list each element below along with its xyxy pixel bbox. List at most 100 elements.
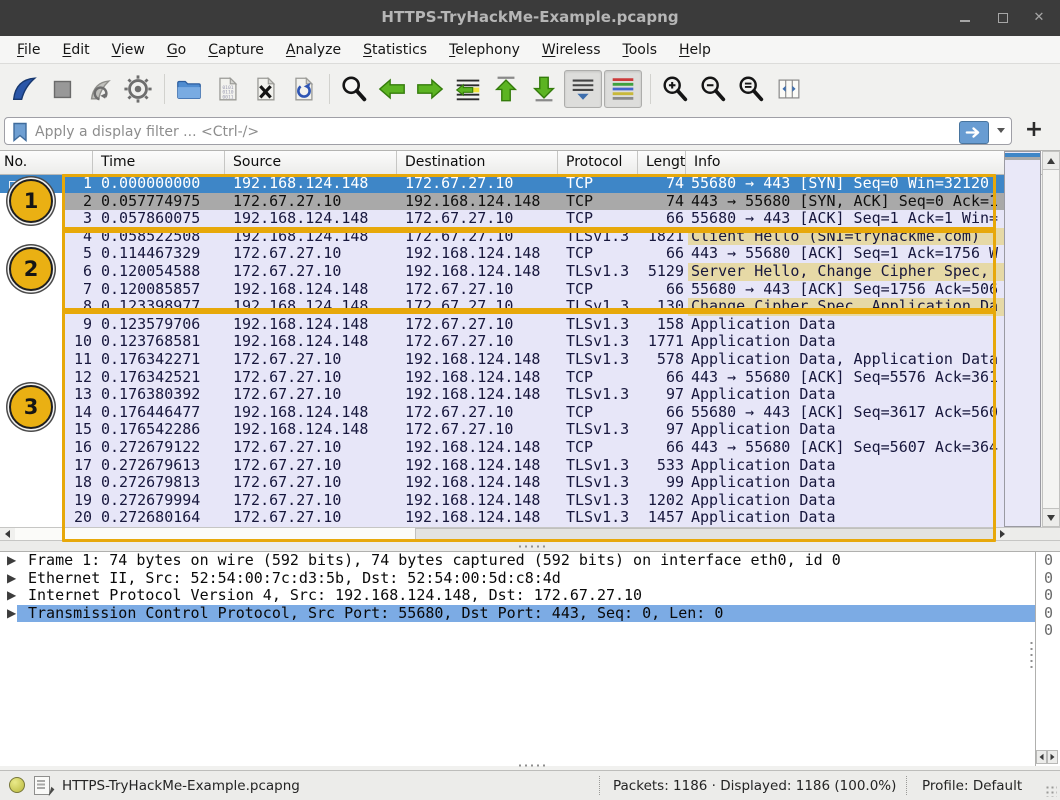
filter-dropdown-icon[interactable]: [997, 128, 1005, 133]
open-file-icon[interactable]: [171, 71, 207, 107]
maximize-button[interactable]: [994, 10, 1012, 26]
close-button[interactable]: ✕: [1030, 10, 1048, 26]
cell-dst: 192.168.124.148: [405, 245, 558, 263]
bookmark-icon[interactable]: [11, 122, 29, 142]
bytes-scroll-right-icon[interactable]: [1047, 750, 1058, 764]
cell-src: 192.168.124.148: [233, 210, 397, 228]
packet-list-horizontal-scrollbar[interactable]: [0, 527, 1060, 541]
packet-row-17[interactable]: 170.272679613172.67.27.10192.168.124.148…: [0, 457, 1004, 475]
packet-row-13[interactable]: 130.176380392172.67.27.10192.168.124.148…: [0, 386, 1004, 404]
hscroll-thumb[interactable]: [415, 528, 1005, 540]
start-capture-icon[interactable]: [6, 71, 42, 107]
packet-row-19[interactable]: 190.272679994172.67.27.10192.168.124.148…: [0, 492, 1004, 510]
zoom-out-icon[interactable]: [695, 71, 731, 107]
column-header-destination[interactable]: Destination: [397, 151, 558, 175]
packet-row-1[interactable]: 10.000000000192.168.124.148172.67.27.10T…: [0, 175, 1004, 193]
packet-row-5[interactable]: 50.114467329172.67.27.10192.168.124.148T…: [0, 245, 1004, 263]
bytes-scroll-left-icon[interactable]: [1036, 750, 1047, 764]
expand-arrow-icon[interactable]: ▶: [7, 605, 16, 623]
scroll-down-icon[interactable]: [1043, 508, 1059, 526]
bytes-splitter-handle[interactable]: [1030, 640, 1033, 670]
menu-item-telephony[interactable]: Telephony: [438, 39, 531, 61]
packet-row-12[interactable]: 120.176342521172.67.27.10192.168.124.148…: [0, 369, 1004, 387]
reload-file-icon[interactable]: [285, 71, 321, 107]
scroll-up-icon[interactable]: [1043, 152, 1059, 170]
packet-row-3[interactable]: 30.057860075192.168.124.148172.67.27.10T…: [0, 210, 1004, 228]
find-packet-icon[interactable]: [336, 71, 372, 107]
detail-row-1[interactable]: ▶Frame 1: 74 bytes on wire (592 bits), 7…: [0, 552, 1035, 570]
add-filter-button-icon[interactable]: +: [1022, 118, 1046, 144]
go-last-icon[interactable]: [526, 71, 562, 107]
display-filter-field[interactable]: [4, 117, 1012, 145]
menu-item-statistics[interactable]: Statistics: [352, 39, 438, 61]
apply-filter-button[interactable]: [959, 121, 989, 144]
expand-arrow-icon[interactable]: ▶: [7, 570, 16, 588]
toolbar-separator: [650, 74, 651, 104]
column-header-no[interactable]: No.: [0, 151, 93, 175]
column-header-time[interactable]: Time: [93, 151, 225, 175]
zoom-in-icon[interactable]: [657, 71, 693, 107]
menu-item-edit[interactable]: Edit: [51, 39, 100, 61]
packet-row-15[interactable]: 150.176542286192.168.124.148172.67.27.10…: [0, 421, 1004, 439]
packet-row-8[interactable]: 80.123398977192.168.124.148172.67.27.10T…: [0, 298, 1004, 316]
resize-columns-icon[interactable]: [771, 71, 807, 107]
restart-capture-icon[interactable]: [82, 71, 118, 107]
capture-options-icon[interactable]: [120, 71, 156, 107]
scroll-right-icon[interactable]: [994, 528, 1010, 540]
packet-row-6[interactable]: 60.120054588172.67.27.10192.168.124.148T…: [0, 263, 1004, 281]
cell-dst: 172.67.27.10: [405, 175, 558, 193]
menu-item-go[interactable]: Go: [156, 39, 197, 61]
go-forward-icon[interactable]: [412, 71, 448, 107]
profile-label[interactable]: Profile: Default: [922, 778, 1022, 794]
packet-row-20[interactable]: 200.272680164172.67.27.10192.168.124.148…: [0, 509, 1004, 527]
packet-row-18[interactable]: 180.272679813172.67.27.10192.168.124.148…: [0, 474, 1004, 492]
expand-arrow-icon[interactable]: ▶: [7, 587, 16, 605]
save-file-icon[interactable]: 010101100011: [209, 71, 245, 107]
menu-item-capture[interactable]: Capture: [197, 39, 275, 61]
packet-row-10[interactable]: 100.123768581192.168.124.148172.67.27.10…: [0, 333, 1004, 351]
menu-item-tools[interactable]: Tools: [612, 39, 669, 61]
detail-row-2[interactable]: ▶Ethernet II, Src: 52:54:00:7c:d3:5b, Ds…: [0, 570, 1035, 588]
menu-item-file[interactable]: File: [6, 39, 51, 61]
close-file-icon[interactable]: [247, 71, 283, 107]
packet-row-11[interactable]: 110.176342271172.67.27.10192.168.124.148…: [0, 351, 1004, 369]
cell-time: 0.272679122: [101, 439, 225, 457]
column-header-source[interactable]: Source: [225, 151, 397, 175]
packet-row-16[interactable]: 160.272679122172.67.27.10192.168.124.148…: [0, 439, 1004, 457]
pane-splitter[interactable]: [0, 541, 1060, 551]
cell-proto: TLSv1.3: [566, 228, 638, 246]
column-header-info[interactable]: Info: [686, 151, 1004, 175]
go-to-packet-icon[interactable]: [450, 71, 486, 107]
menu-item-wireless[interactable]: Wireless: [531, 39, 612, 61]
menu-item-analyze[interactable]: Analyze: [275, 39, 352, 61]
expert-info-icon[interactable]: [9, 777, 25, 793]
minimize-button[interactable]: [956, 10, 974, 26]
stop-capture-icon[interactable]: [44, 71, 80, 107]
menu-item-help[interactable]: Help: [668, 39, 722, 61]
go-first-icon[interactable]: [488, 71, 524, 107]
auto-scroll-icon[interactable]: [564, 70, 602, 108]
detail-row-4[interactable]: ▶Transmission Control Protocol, Src Port…: [0, 605, 1035, 623]
go-back-icon[interactable]: [374, 71, 410, 107]
display-filter-input[interactable]: [33, 119, 677, 145]
column-header-protocol[interactable]: Protocol: [558, 151, 638, 175]
packet-row-14[interactable]: 140.176446477192.168.124.148172.67.27.10…: [0, 404, 1004, 422]
hscroll-track[interactable]: [15, 528, 994, 540]
splitter-handle[interactable]: [517, 545, 547, 548]
detail-row-3[interactable]: ▶Internet Protocol Version 4, Src: 192.1…: [0, 587, 1035, 605]
bottom-splitter-handle[interactable]: [517, 764, 547, 767]
column-header-length[interactable]: Length: [638, 151, 686, 175]
menu-item-view[interactable]: View: [101, 39, 156, 61]
scroll-left-icon[interactable]: [0, 528, 16, 540]
packet-row-9[interactable]: 90.123579706192.168.124.148172.67.27.10T…: [0, 316, 1004, 334]
packet-row-7[interactable]: 70.120085857192.168.124.148172.67.27.10T…: [0, 281, 1004, 299]
packet-row-4[interactable]: 40.058522508192.168.124.148172.67.27.10T…: [0, 228, 1004, 246]
zoom-reset-icon[interactable]: [733, 71, 769, 107]
resize-grip[interactable]: [1045, 785, 1057, 797]
packet-row-2[interactable]: 20.057774975172.67.27.10192.168.124.148T…: [0, 193, 1004, 211]
expand-arrow-icon[interactable]: ▶: [7, 552, 16, 570]
packet-minimap-scrollbar[interactable]: [1004, 151, 1041, 527]
capture-comment-icon[interactable]: [34, 776, 50, 795]
packet-list-vertical-scrollbar[interactable]: [1042, 151, 1060, 527]
colorize-icon[interactable]: [604, 70, 642, 108]
